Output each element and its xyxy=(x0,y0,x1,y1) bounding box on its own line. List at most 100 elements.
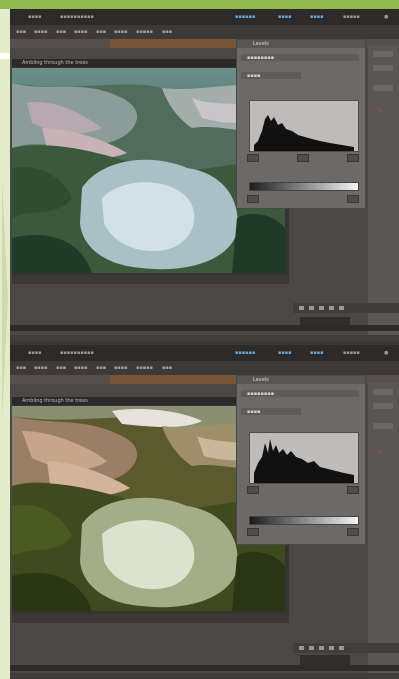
output-levels-slider[interactable] xyxy=(249,516,359,525)
white-eyedropper-button[interactable] xyxy=(347,154,359,162)
options-highlight xyxy=(110,375,250,384)
menu-item[interactable]: ▪▪▪▪ xyxy=(28,350,42,356)
panel-item[interactable] xyxy=(373,423,393,429)
footer-icon[interactable] xyxy=(309,646,314,650)
menu-item[interactable]: ▪▪▪▪ xyxy=(74,365,88,371)
menu-item[interactable]: ▪▪▪▪▪▪▪▪▪▪ xyxy=(60,350,94,356)
status-bar xyxy=(10,325,399,331)
panel-bin-tab[interactable] xyxy=(300,655,350,665)
menu-bar: ▪▪▪ ▪▪▪▪ ▪▪▪ ▪▪▪▪ ▪▪▪ ▪▪▪▪ ▪▪▪▪▪ ▪▪▪ xyxy=(10,361,399,375)
black-eyedropper-button[interactable] xyxy=(247,486,259,494)
panel-footer-icons xyxy=(293,643,399,653)
status-bar xyxy=(10,665,399,671)
project-bin-bar xyxy=(10,673,399,679)
help-icon[interactable]: ● xyxy=(384,14,388,20)
footer-icon[interactable] xyxy=(319,646,324,650)
panel-item[interactable] xyxy=(373,85,393,91)
menu-item[interactable]: ▪▪▪ xyxy=(96,365,106,371)
histogram xyxy=(249,432,359,484)
magazine-top-band xyxy=(0,0,399,9)
options-highlight xyxy=(110,39,250,48)
mode-button[interactable]: ▪▪▪▪▪▪ xyxy=(235,14,255,20)
app-bar: ▪▪▪▪ ▪▪▪▪▪▪▪▪▪▪ ▪▪▪▪▪▪ ▪▪▪▪ ▪▪▪▪ ▪▪▪▪▪ ● xyxy=(10,345,399,361)
menu-item[interactable]: ▪▪▪▪ xyxy=(74,29,88,35)
mode-button[interactable]: ▪▪▪▪▪ xyxy=(343,14,360,20)
mode-button[interactable]: ▪▪▪▪ xyxy=(278,350,292,356)
app-bar: ▪▪▪▪ ▪▪▪▪▪▪▪▪▪▪ ▪▪▪▪▪▪ ▪▪▪▪ ▪▪▪▪ ▪▪▪▪▪ ● xyxy=(10,9,399,25)
curve-icon: ∿ xyxy=(376,447,383,456)
document-status-bar xyxy=(12,275,289,284)
panel-item[interactable] xyxy=(373,389,393,395)
footer-icon[interactable] xyxy=(329,306,334,310)
levels-panel-titlebar[interactable]: Levels xyxy=(237,376,365,384)
editor-screenshot-before: ▪▪▪▪ ▪▪▪▪▪▪▪▪▪▪ ▪▪▪▪▪▪ ▪▪▪▪ ▪▪▪▪ ▪▪▪▪▪ ●… xyxy=(10,9,399,341)
document-tab-label: Ambling through the trees xyxy=(22,60,88,66)
gray-eyedropper-button[interactable] xyxy=(297,154,309,162)
histogram-graph xyxy=(254,115,354,151)
magazine-left-band xyxy=(0,9,10,679)
help-icon[interactable]: ● xyxy=(384,350,388,356)
menu-item[interactable]: ▪▪▪▪ xyxy=(114,29,128,35)
channel-dropdown[interactable]: ▪▪▪▪ xyxy=(241,72,301,79)
menu-item[interactable]: ▪▪▪▪ xyxy=(114,365,128,371)
band-arrow xyxy=(2,179,8,419)
histogram-graph xyxy=(254,439,354,483)
channel-value: ▪▪▪▪ xyxy=(247,409,261,415)
menu-item[interactable]: ▪▪▪ xyxy=(96,29,106,35)
panel-item[interactable] xyxy=(373,403,393,409)
footer-icon[interactable] xyxy=(309,306,314,310)
histogram xyxy=(249,100,359,152)
levels-panel: Levels ▪▪▪▪▪▪▪▪ ▪▪▪▪ xyxy=(236,375,366,545)
footer-icon[interactable] xyxy=(339,306,344,310)
band-gap xyxy=(0,53,10,59)
output-levels-slider[interactable] xyxy=(249,182,359,191)
right-panel-column: ∿ xyxy=(368,383,399,673)
preset-dropdown[interactable]: ▪▪▪▪▪▪▪▪ xyxy=(241,390,359,397)
curve-icon: ∿ xyxy=(376,105,383,114)
white-eyedropper-button[interactable] xyxy=(347,486,359,494)
output-black-handle[interactable] xyxy=(247,528,259,536)
footer-icon[interactable] xyxy=(299,646,304,650)
preset-value: ▪▪▪▪▪▪▪▪ xyxy=(247,391,275,397)
menu-item[interactable]: ▪▪▪ xyxy=(16,29,26,35)
document-tab-label: Ambling through the trees xyxy=(22,398,88,404)
menu-bar: ▪▪▪ ▪▪▪▪ ▪▪▪ ▪▪▪▪ ▪▪▪ ▪▪▪▪ ▪▪▪▪▪ ▪▪▪ xyxy=(10,25,399,39)
menu-item[interactable]: ▪▪▪▪ xyxy=(34,365,48,371)
channel-dropdown[interactable]: ▪▪▪▪ xyxy=(241,408,301,415)
menu-item[interactable]: ▪▪▪▪ xyxy=(34,29,48,35)
menu-item[interactable]: ▪▪▪ xyxy=(16,365,26,371)
footer-icon[interactable] xyxy=(299,306,304,310)
panel-item[interactable] xyxy=(373,51,393,57)
menu-item[interactable]: ▪▪▪ xyxy=(162,29,172,35)
mode-button[interactable]: ▪▪▪▪ xyxy=(278,14,292,20)
menu-item[interactable]: ▪▪▪ xyxy=(56,29,66,35)
channel-value: ▪▪▪▪ xyxy=(247,73,261,79)
document-status-bar xyxy=(12,614,289,623)
menu-item[interactable]: ▪▪▪ xyxy=(162,365,172,371)
levels-panel: Levels ▪▪▪▪▪▪▪▪ ▪▪▪▪ xyxy=(236,39,366,209)
black-eyedropper-button[interactable] xyxy=(247,154,259,162)
mode-button[interactable]: ▪▪▪▪▪▪ xyxy=(235,350,255,356)
output-white-handle[interactable] xyxy=(347,528,359,536)
editor-screenshot-after: ▪▪▪▪ ▪▪▪▪▪▪▪▪▪▪ ▪▪▪▪▪▪ ▪▪▪▪ ▪▪▪▪ ▪▪▪▪▪ ●… xyxy=(10,345,399,679)
panel-footer-icons xyxy=(293,303,399,313)
menu-item[interactable]: ▪▪▪▪ xyxy=(28,14,42,20)
panel-item[interactable] xyxy=(373,65,393,71)
output-white-handle[interactable] xyxy=(347,195,359,203)
output-black-handle[interactable] xyxy=(247,195,259,203)
mode-button[interactable]: ▪▪▪▪ xyxy=(310,14,324,20)
preset-value: ▪▪▪▪▪▪▪▪ xyxy=(247,55,275,61)
menu-item[interactable]: ▪▪▪▪▪ xyxy=(136,29,153,35)
footer-icon[interactable] xyxy=(339,646,344,650)
levels-panel-title: Levels xyxy=(253,377,269,383)
footer-icon[interactable] xyxy=(329,646,334,650)
levels-panel-titlebar[interactable]: Levels xyxy=(237,40,365,48)
mode-button[interactable]: ▪▪▪▪ xyxy=(310,350,324,356)
menu-item[interactable]: ▪▪▪ xyxy=(56,365,66,371)
mode-button[interactable]: ▪▪▪▪▪ xyxy=(343,350,360,356)
right-panel-column: ∿ xyxy=(368,45,399,335)
preset-dropdown[interactable]: ▪▪▪▪▪▪▪▪ xyxy=(241,54,359,61)
menu-item[interactable]: ▪▪▪▪▪▪▪▪▪▪ xyxy=(60,14,94,20)
footer-icon[interactable] xyxy=(319,306,324,310)
menu-item[interactable]: ▪▪▪▪▪ xyxy=(136,365,153,371)
